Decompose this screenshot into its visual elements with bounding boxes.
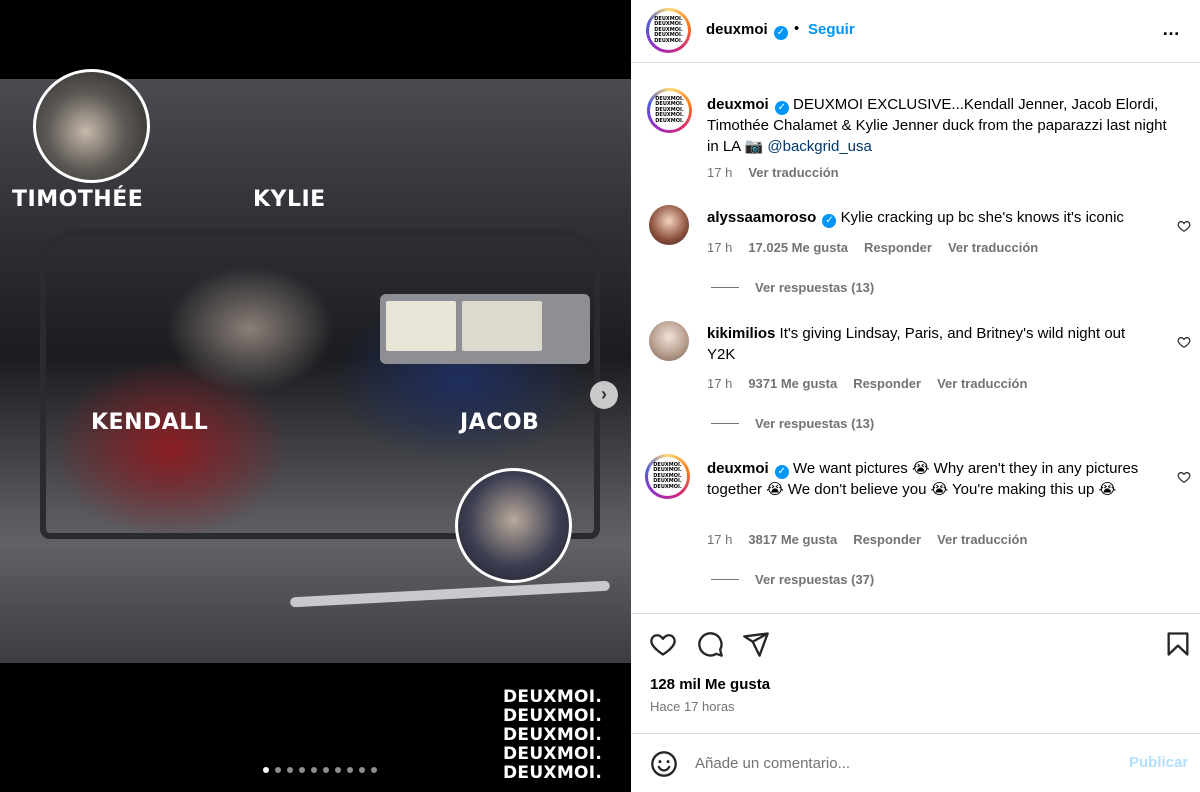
watermark-line: DEUXMOI. bbox=[503, 706, 603, 726]
bookmark-icon[interactable] bbox=[1164, 630, 1192, 658]
commenter-avatar[interactable] bbox=[649, 321, 689, 361]
verified-badge-icon: ✓ bbox=[822, 214, 837, 228]
author-username[interactable]: deuxmoi ✓ bbox=[706, 21, 788, 40]
author-username-text: deuxmoi bbox=[706, 21, 768, 38]
label-kylie: KYLIE bbox=[253, 187, 326, 212]
comment-input[interactable] bbox=[695, 750, 1095, 776]
comment-time: 17 h bbox=[707, 376, 733, 391]
more-options-icon[interactable]: … bbox=[1162, 19, 1181, 40]
carousel-dot bbox=[275, 767, 281, 773]
carousel-dot bbox=[335, 767, 341, 773]
label-jacob: JACOB bbox=[460, 410, 540, 435]
replies-divider bbox=[711, 423, 739, 424]
view-replies-button[interactable]: Ver respuestas (37) bbox=[711, 572, 874, 587]
deuxmoi-watermark: DEUXMOI. DEUXMOI. DEUXMOI. DEUXMOI. DEUX… bbox=[503, 688, 623, 783]
verified-badge-icon: ✓ bbox=[774, 101, 789, 115]
comment-time: 17 h bbox=[707, 240, 733, 255]
carousel-indicator bbox=[263, 767, 377, 773]
post-header: DEUXMOI. DEUXMOI. DEUXMOI. DEUXMOI. DEUXMOI.… bbox=[631, 0, 1200, 63]
follow-button[interactable]: Seguir bbox=[808, 21, 855, 38]
comment-reply-button[interactable]: Responder bbox=[853, 376, 921, 391]
view-replies-label: Ver respuestas (37) bbox=[755, 572, 875, 587]
commenter-avatar[interactable] bbox=[649, 205, 689, 245]
replies-divider bbox=[711, 287, 739, 288]
carousel-dot bbox=[287, 767, 293, 773]
comment-text: We want pictures 😭 Why aren't they in an… bbox=[707, 460, 1139, 498]
comment-like-icon[interactable] bbox=[1177, 470, 1191, 484]
emoji-icon[interactable] bbox=[650, 750, 678, 778]
caption-username[interactable]: deuxmoi bbox=[707, 96, 769, 113]
carousel-dot bbox=[323, 767, 329, 773]
comments-section[interactable]: DEUXMOI. DEUXMOI. DEUXMOI. DEUXMOI. DEUXMOI.… bbox=[631, 64, 1200, 612]
carousel-dot bbox=[359, 767, 365, 773]
post-side-panel: DEUXMOI. DEUXMOI. DEUXMOI. DEUXMOI. DEUXMOI.… bbox=[631, 0, 1200, 792]
comment-username[interactable]: alyssaamoroso bbox=[707, 209, 816, 226]
view-replies-button[interactable]: Ver respuestas (13) bbox=[711, 416, 874, 431]
verified-badge-icon: ✓ bbox=[774, 465, 789, 479]
watermark-line: DEUXMOI. bbox=[503, 687, 603, 707]
comment-username[interactable]: deuxmoi bbox=[707, 460, 769, 477]
jacob-closeup-inset bbox=[455, 468, 572, 583]
comment-text: Kylie cracking up bc she's knows it's ic… bbox=[840, 209, 1124, 226]
verified-badge-icon: ✓ bbox=[773, 26, 788, 40]
comment-like-icon[interactable] bbox=[1177, 335, 1191, 349]
avatar-logo-line: DEUXMOI. bbox=[653, 483, 682, 490]
label-timothee: TIMOTHÉE bbox=[12, 187, 144, 212]
author-avatar[interactable]: DEUXMOI. DEUXMOI. DEUXMOI. DEUXMOI. DEUXMOI. bbox=[647, 88, 692, 133]
comment-likes-count[interactable]: 17.025 Me gusta bbox=[748, 240, 848, 255]
caption-translate-link[interactable]: Ver traducción bbox=[748, 165, 838, 180]
carousel-dot bbox=[299, 767, 305, 773]
label-kendall: KENDALL bbox=[91, 410, 209, 435]
post-actions-bar bbox=[631, 613, 1200, 663]
avatar-logo-line: DEUXMOI. bbox=[655, 117, 684, 124]
post-timestamp: Hace 17 horas bbox=[650, 699, 735, 714]
comment-time: 17 h bbox=[707, 532, 733, 547]
comment-reply-button[interactable]: Responder bbox=[853, 532, 921, 547]
timothee-closeup-inset bbox=[33, 69, 150, 183]
publish-button[interactable]: Publicar bbox=[1129, 754, 1188, 771]
heart-icon[interactable] bbox=[649, 630, 677, 658]
replies-divider bbox=[711, 579, 739, 580]
caption-time: 17 h bbox=[707, 165, 733, 180]
likes-count[interactable]: 128 mil Me gusta bbox=[650, 676, 770, 693]
comment-translate-link[interactable]: Ver traducción bbox=[937, 376, 1027, 391]
avatar-logo-line: DEUXMOI. bbox=[654, 37, 683, 44]
view-replies-label: Ver respuestas (13) bbox=[755, 280, 875, 295]
carousel-dot bbox=[371, 767, 377, 773]
comment-like-icon[interactable] bbox=[1177, 219, 1191, 233]
comment-translate-link[interactable]: Ver traducción bbox=[948, 240, 1038, 255]
commenter-avatar[interactable]: DEUXMOI. DEUXMOI. DEUXMOI. DEUXMOI. DEUXMOI. bbox=[645, 454, 690, 499]
watermark-line: DEUXMOI. bbox=[503, 744, 603, 764]
carousel-next-button[interactable]: › bbox=[590, 381, 618, 409]
comment-username[interactable]: kikimilios bbox=[707, 325, 775, 342]
comment-reply-button[interactable]: Responder bbox=[864, 240, 932, 255]
add-comment-bar: Publicar bbox=[631, 733, 1200, 792]
author-avatar[interactable]: DEUXMOI. DEUXMOI. DEUXMOI. DEUXMOI. DEUXMOI. bbox=[646, 8, 691, 53]
comment-icon[interactable] bbox=[696, 630, 724, 658]
carousel-dot bbox=[347, 767, 353, 773]
post-media[interactable]: TIMOTHÉE KYLIE KENDALL JACOB › DEUXMOI. … bbox=[0, 0, 631, 792]
view-replies-button[interactable]: Ver respuestas (13) bbox=[711, 280, 874, 295]
caption-mention-link[interactable]: @backgrid_usa bbox=[767, 138, 871, 155]
view-replies-label: Ver respuestas (13) bbox=[755, 416, 875, 431]
chevron-right-icon: › bbox=[601, 384, 607, 404]
watermark-line: DEUXMOI. bbox=[503, 725, 603, 745]
comment-likes-count[interactable]: 9371 Me gusta bbox=[748, 376, 837, 391]
visor-warning-label bbox=[386, 301, 456, 351]
watermark-line: DEUXMOI. bbox=[503, 763, 603, 783]
carousel-dot bbox=[263, 767, 269, 773]
separator-dot: • bbox=[794, 20, 800, 37]
visor-warning-label bbox=[462, 301, 542, 351]
comment-likes-count[interactable]: 3817 Me gusta bbox=[748, 532, 837, 547]
comment-translate-link[interactable]: Ver traducción bbox=[937, 532, 1027, 547]
share-icon[interactable] bbox=[742, 630, 770, 658]
carousel-dot bbox=[311, 767, 317, 773]
